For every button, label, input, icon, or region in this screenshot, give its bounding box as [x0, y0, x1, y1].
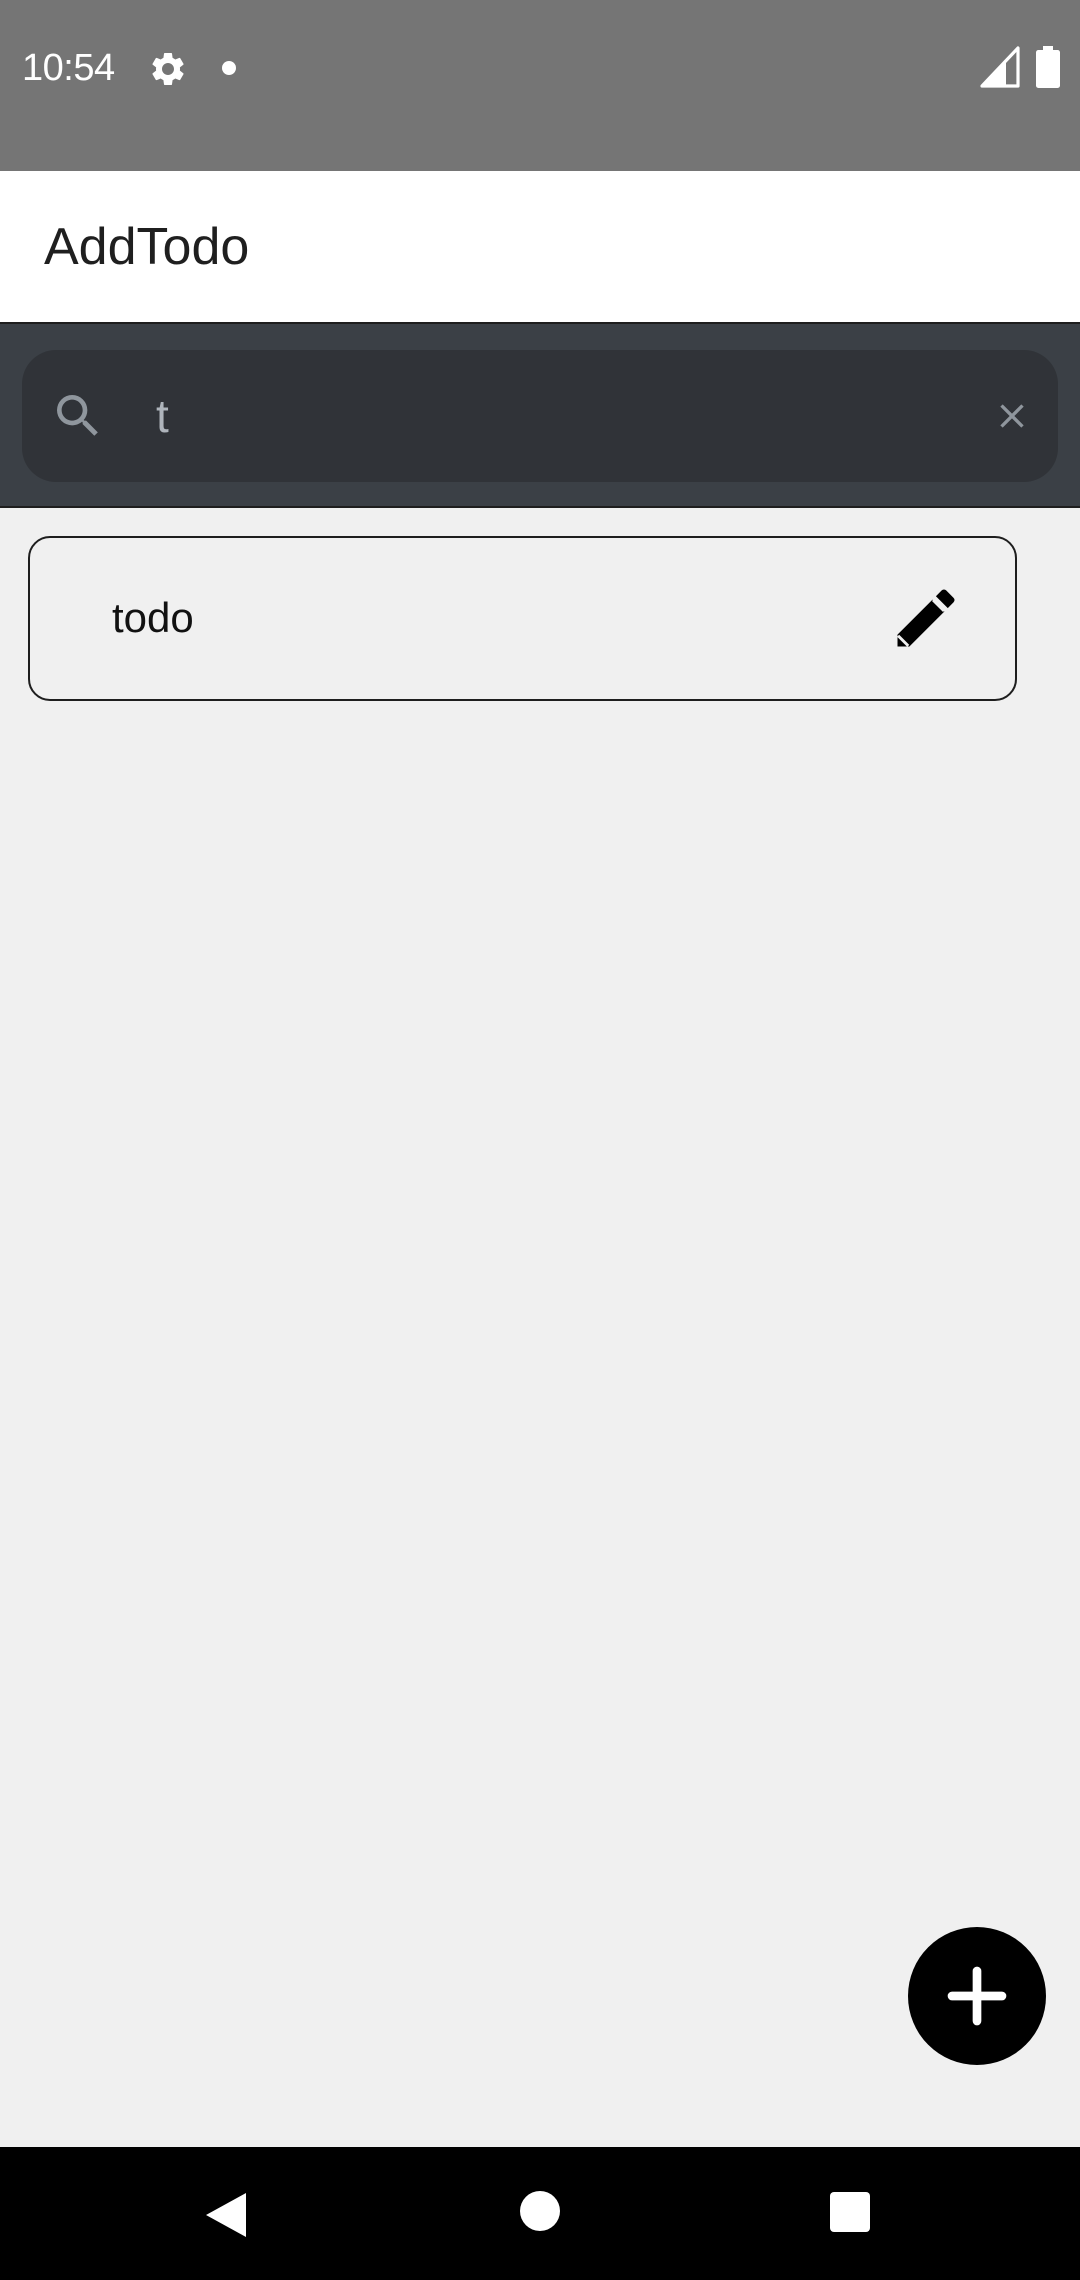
pencil-icon[interactable] — [888, 580, 964, 656]
search-bar-container — [0, 324, 1080, 508]
todo-list-item[interactable]: todo — [28, 536, 1017, 701]
navigation-bar — [0, 2147, 1080, 2280]
search-box[interactable] — [22, 350, 1058, 482]
page-title: AddTodo — [44, 218, 250, 276]
gear-icon — [152, 52, 184, 85]
signal-icon — [980, 46, 1020, 88]
close-icon — [1000, 404, 1024, 428]
home-icon[interactable] — [520, 2191, 560, 2231]
todo-label: todo — [112, 594, 194, 641]
battery-icon — [1036, 46, 1060, 88]
search-icon — [57, 395, 98, 436]
notification-dot-icon — [222, 61, 236, 75]
status-time: 10:54 — [22, 47, 115, 89]
clear-search-button[interactable] — [982, 386, 1042, 446]
search-input[interactable] — [156, 380, 956, 452]
recents-icon[interactable] — [830, 2192, 870, 2232]
plus-icon — [947, 1966, 1007, 2026]
app-bar: AddTodo — [0, 171, 1080, 324]
status-bar: 10:54 — [0, 0, 1080, 171]
screen: 10:54 AddTodo t todo — [0, 0, 1080, 2280]
back-icon[interactable] — [202, 2189, 250, 2241]
add-todo-button[interactable] — [908, 1927, 1046, 2065]
